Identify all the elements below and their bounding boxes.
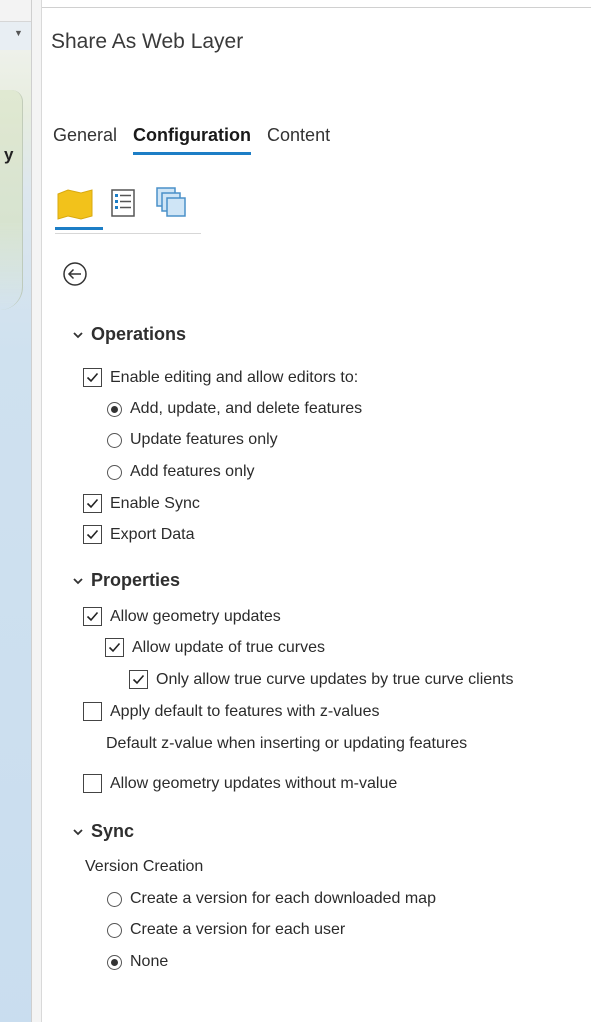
enable-editing-label: Enable editing and allow editors to: [110,368,359,386]
enable-sync-row[interactable]: Enable Sync [83,494,200,513]
chevron-down-icon [73,577,83,584]
default-z-value-label: Default z-value when inserting or updati… [106,735,468,752]
edit-option-add-update-delete[interactable]: Add, update, and delete features [107,400,362,418]
pane-title: Share As Web Layer [51,30,244,53]
checkmark-icon [86,372,99,383]
sync-header-label: Sync [91,821,135,841]
checkmark-icon [86,498,99,509]
version-per-map-label: Create a version for each downloaded map [130,890,436,907]
map-label-fragment: y [4,145,14,164]
add-only-label: Add features only [130,463,255,480]
checkmark-icon [86,529,99,540]
apply-default-z-label: Apply default to features with z-values [110,702,380,720]
allow-true-curves-row[interactable]: Allow update of true curves [105,638,325,657]
chevron-down-icon [73,828,83,835]
update-only-radio[interactable] [107,432,122,448]
chevron-down-icon [73,331,83,338]
allow-without-m-checkbox[interactable] [83,774,102,793]
stacked-pages-icon[interactable] [151,182,191,228]
add-update-delete-label: Add, update, and delete features [130,400,363,417]
sync-option-per-user[interactable]: Create a version for each user [107,921,345,939]
add-only-radio[interactable] [107,464,122,480]
checkmark-icon [86,611,99,622]
back-arrow-icon[interactable] [62,261,88,287]
export-data-label: Export Data [110,525,195,543]
version-per-user-label: Create a version for each user [130,921,346,938]
export-data-row[interactable]: Export Data [83,525,194,544]
allow-true-curves-label: Allow update of true curves [132,638,325,656]
tab-general[interactable]: General [53,125,117,155]
version-per-map-radio[interactable] [107,891,122,907]
pane-tabs: General Configuration Content [53,125,330,155]
only-true-curve-clients-row[interactable]: Only allow true curve updates by true cu… [129,670,514,689]
sync-option-per-map[interactable]: Create a version for each downloaded map [107,890,436,908]
checkmark-icon [108,642,121,653]
tab-configuration[interactable]: Configuration [133,125,252,155]
dropdown-arrow-icon[interactable]: ▼ [14,28,23,38]
only-true-curve-clients-label: Only allow true curve updates by true cu… [156,670,514,688]
layers-map-icon[interactable] [55,182,103,230]
update-only-label: Update features only [130,431,278,448]
version-none-radio[interactable] [107,954,122,970]
version-per-user-radio[interactable] [107,922,122,938]
version-none-label: None [130,953,169,970]
share-web-layer-pane: Share As Web Layer General Configuration… [43,8,591,1022]
allow-without-m-label: Allow geometry updates without m-value [110,774,398,792]
allow-geometry-updates-checkbox[interactable] [83,607,102,626]
enable-editing-row[interactable]: Enable editing and allow editors to: [83,368,358,387]
apply-default-z-row[interactable]: Apply default to features with z-values [83,702,379,721]
sync-section-header[interactable]: Sync [71,821,134,842]
pane-splitter[interactable] [32,0,42,1022]
properties-section-header[interactable]: Properties [71,570,180,591]
operations-section-header[interactable]: Operations [71,324,186,345]
enable-sync-checkbox[interactable] [83,494,102,513]
allow-without-m-row[interactable]: Allow geometry updates without m-value [83,774,397,793]
allow-true-curves-checkbox[interactable] [105,638,124,657]
sync-option-none[interactable]: None [107,953,168,971]
properties-header-label: Properties [91,570,181,590]
export-data-checkbox[interactable] [83,525,102,544]
checkmark-icon [132,674,145,685]
configuration-subtabs [55,182,201,234]
add-update-delete-radio[interactable] [107,401,122,417]
allow-geometry-updates-row[interactable]: Allow geometry updates [83,607,281,626]
edit-option-add-only[interactable]: Add features only [107,463,255,481]
allow-geometry-updates-label: Allow geometry updates [110,607,281,625]
apply-default-z-checkbox[interactable] [83,702,102,721]
only-true-curve-clients-checkbox[interactable] [129,670,148,689]
enable-sync-label: Enable Sync [110,494,200,512]
map-tab-strip [0,0,31,22]
map-view-edge[interactable]: ▼ y [0,0,32,1022]
enable-editing-checkbox[interactable] [83,368,102,387]
map-image[interactable] [0,50,31,1022]
window-top-border [0,0,591,8]
edit-option-update-only[interactable]: Update features only [107,431,278,449]
properties-list-icon[interactable] [103,182,143,228]
tab-content[interactable]: Content [267,125,330,155]
version-creation-label: Version Creation [85,858,204,875]
operations-header-label: Operations [91,324,187,344]
